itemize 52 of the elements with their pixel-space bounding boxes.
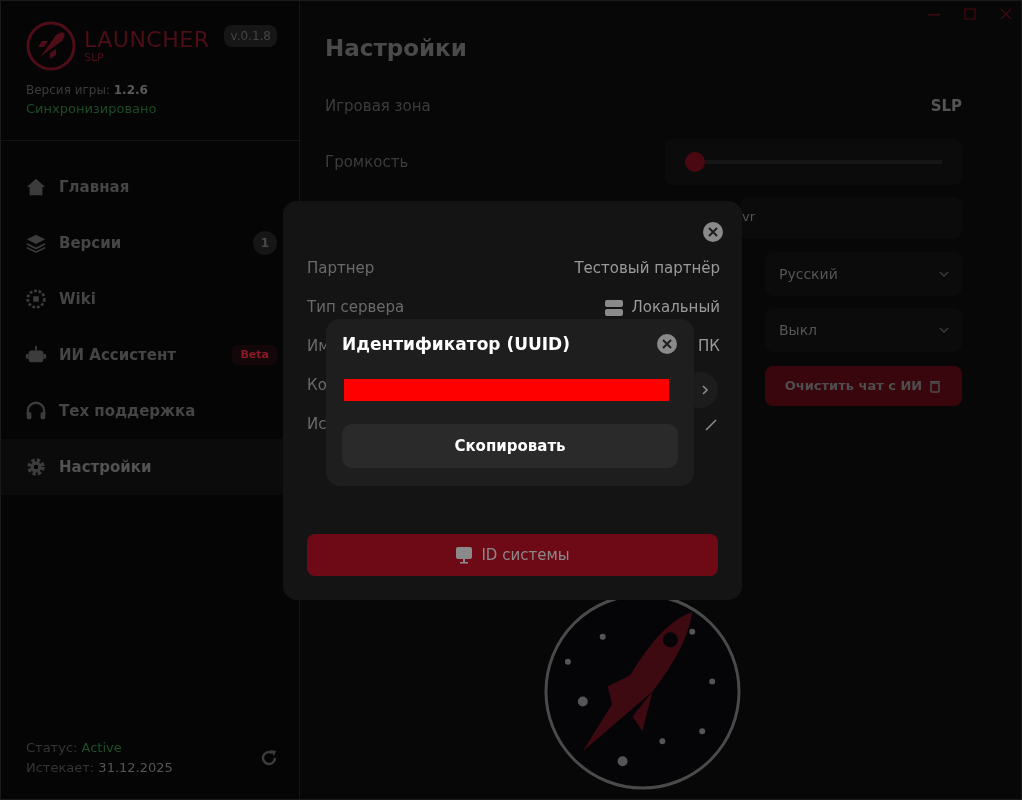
select-dropdown[interactable]: Выкл: [765, 308, 962, 352]
clear-chat-button[interactable]: Очистить чат с ИИ: [765, 366, 962, 406]
info-label: Партнер: [307, 258, 375, 280]
nav-item[interactable]: Тех поддержка: [1, 383, 299, 439]
input-field[interactable]: vr: [740, 197, 962, 239]
server-icon: [605, 299, 624, 316]
nav-label: Версии: [59, 232, 122, 254]
headphones-icon: [25, 400, 47, 422]
nav-item[interactable]: Главная: [1, 159, 299, 215]
monitor-icon: [455, 546, 474, 564]
close-icon[interactable]: [999, 7, 1013, 21]
trash-icon: [928, 379, 943, 393]
info-label: Ко: [307, 375, 327, 397]
info-label: Ис: [307, 414, 327, 436]
refresh-icon[interactable]: [259, 747, 279, 768]
layers-icon: [25, 232, 47, 254]
setting-value: SLP: [930, 95, 962, 117]
system-id-button[interactable]: ID системы: [307, 534, 718, 576]
page-title: Настройки: [325, 34, 468, 63]
slider-thumb[interactable]: [685, 152, 705, 172]
close-icon: [656, 332, 678, 355]
chevron-icon: [700, 383, 710, 396]
maximize-icon[interactable]: [963, 7, 977, 21]
nav-label: Wiki: [59, 288, 96, 310]
select-dropdown[interactable]: Русский: [765, 252, 962, 296]
nav-label: Настройки: [59, 456, 152, 478]
beta-tag: Beta: [232, 344, 277, 366]
sync-status: Синхронизировано: [26, 100, 158, 118]
chevron-icon: [938, 268, 950, 280]
app-title: LAUNCHER: [84, 28, 210, 52]
logo-icon: [26, 21, 76, 71]
globe-icon: [25, 288, 47, 310]
info-value: Тестовый партнёр: [574, 258, 720, 280]
info-value: ПК: [698, 336, 720, 358]
nav-label: ИИ Ассистент: [59, 344, 177, 366]
nav-label: Тех поддержка: [59, 400, 196, 422]
settings-icon: [25, 456, 47, 478]
close-icon: [702, 220, 724, 243]
copy-button[interactable]: Скопировать: [342, 424, 678, 468]
info-value: Локальный: [631, 297, 720, 319]
close-button[interactable]: [656, 331, 678, 353]
expires-value: 31.12.2025: [98, 759, 173, 775]
nav-item[interactable]: ИИ Ассистент Beta: [1, 327, 299, 383]
status-value: Active: [81, 740, 122, 755]
nav-item[interactable]: Wiki: [1, 271, 299, 327]
dialog-title: Идентификатор (UUID): [342, 333, 570, 356]
info-label: Тип сервера: [307, 297, 405, 319]
nav-label: Главная: [59, 176, 130, 198]
close-button[interactable]: [702, 219, 724, 241]
app-subtitle: SLP: [84, 52, 105, 64]
chevron-icon: [938, 324, 950, 336]
home-icon: [25, 176, 47, 198]
